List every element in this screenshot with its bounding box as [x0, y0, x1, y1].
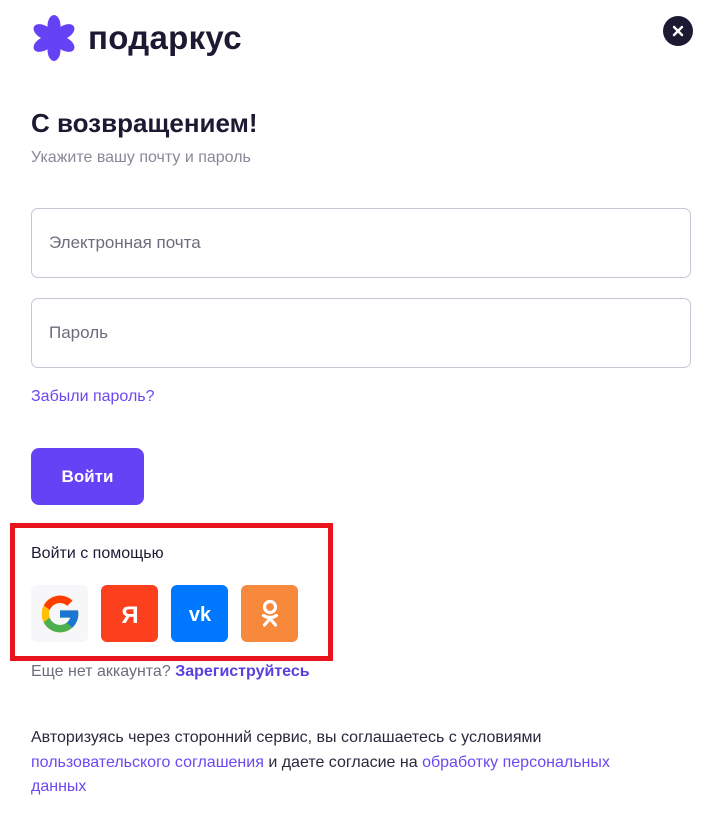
- signup-prompt: Еще нет аккаунта? Зарегиструйтесь: [31, 663, 310, 681]
- terms-text-2: и даете согласие на: [268, 753, 418, 771]
- vk-icon: vk: [188, 604, 211, 625]
- yandex-icon: Я: [121, 602, 138, 628]
- ok-login-button[interactable]: [241, 585, 298, 642]
- vk-login-button[interactable]: vk: [171, 585, 228, 642]
- google-login-button[interactable]: [31, 585, 88, 642]
- social-login-title: Войти с помощью: [31, 545, 164, 562]
- brand-name: подаркус: [88, 19, 242, 56]
- page-subtitle: Укажите вашу почту и пароль: [31, 149, 251, 166]
- brand-logo[interactable]: подаркус: [30, 14, 242, 62]
- odnoklassniki-icon: [261, 599, 278, 627]
- svg-text:vk: vk: [188, 604, 211, 625]
- password-input[interactable]: [32, 299, 690, 367]
- close-icon: [672, 25, 684, 37]
- google-icon: [41, 595, 78, 632]
- flower-logo-icon: [33, 15, 75, 61]
- signup-text: Еще нет аккаунта?: [31, 663, 171, 680]
- close-button[interactable]: [663, 16, 693, 46]
- yandex-login-button[interactable]: Я: [101, 585, 158, 642]
- signup-link[interactable]: Зарегиструйтесь: [175, 663, 309, 680]
- login-button[interactable]: Войти: [31, 448, 144, 505]
- terms-notice: Авторизуясь через сторонний сервис, вы с…: [31, 726, 651, 800]
- password-field[interactable]: [31, 298, 691, 368]
- terms-text-1: Авторизуясь через сторонний сервис, вы с…: [31, 729, 542, 746]
- svg-text:Я: Я: [121, 602, 138, 628]
- forgot-password-link[interactable]: Забыли пароль?: [31, 388, 155, 406]
- email-input[interactable]: [32, 209, 690, 277]
- page-title: С возвращением!: [31, 108, 258, 138]
- user-agreement-link[interactable]: пользовательского соглашения: [31, 754, 264, 771]
- email-field[interactable]: [31, 208, 691, 278]
